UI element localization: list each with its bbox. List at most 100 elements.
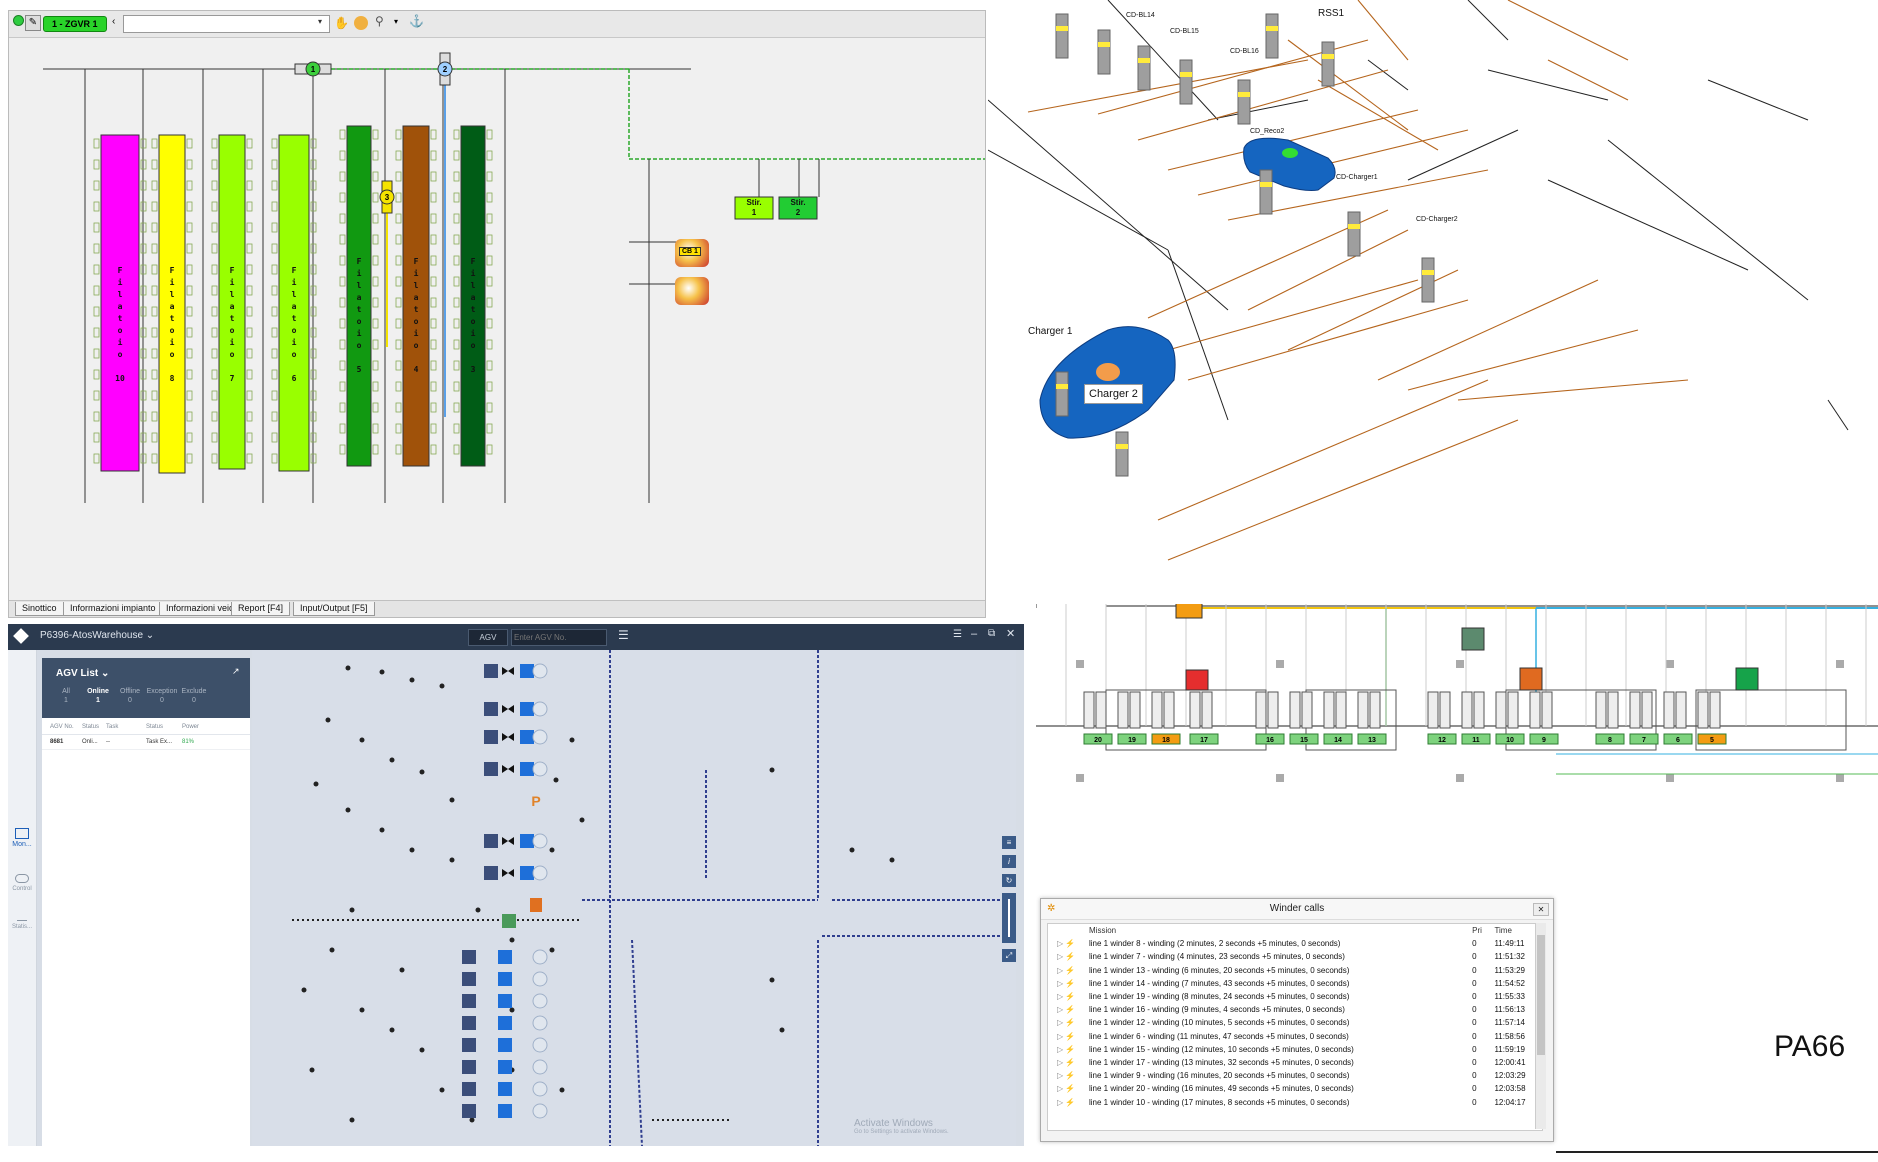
station-box[interactable] — [462, 1038, 476, 1052]
agv-vehicle[interactable] — [1175, 604, 1203, 619]
station-device[interactable] — [498, 1104, 512, 1118]
station-device[interactable] — [520, 730, 534, 744]
station-node[interactable] — [532, 993, 548, 1009]
nav-statistics[interactable]: Statis... — [8, 912, 36, 930]
expand-icon[interactable]: ▷ — [1057, 1058, 1063, 1067]
warehouse-map[interactable]: P — [252, 650, 1016, 1146]
agv-row[interactable]: 8681 Onli... -- Task Ex... 81% — [42, 735, 250, 750]
settings-menu-icon[interactable]: ☰ — [953, 629, 962, 640]
chevron-down-icon[interactable]: ▾ — [318, 17, 322, 26]
minimize-icon[interactable]: – — [971, 628, 977, 640]
station-box[interactable] — [462, 950, 476, 964]
station-device[interactable] — [520, 702, 534, 716]
station-node[interactable] — [532, 949, 548, 965]
filter-all[interactable]: All 1 — [50, 688, 82, 704]
winder-call-row[interactable]: ▷ ⚡ line 1 winder 17 - winding (13 minute… — [1054, 1056, 1542, 1069]
expand-icon[interactable]: ▷ — [1057, 979, 1063, 988]
station-device[interactable] — [498, 1038, 512, 1052]
filter-exclude[interactable]: Exclude 0 — [178, 688, 210, 704]
expand-icon[interactable]: ▷ — [1057, 1018, 1063, 1027]
station-box[interactable] — [484, 702, 498, 716]
station-device[interactable] — [498, 972, 512, 986]
winder-call-row[interactable]: ▷ ⚡ line 1 winder 12 - winding (10 minute… — [1054, 1016, 1542, 1029]
nav-control[interactable]: Control — [8, 874, 36, 892]
tab-1[interactable]: Informazioni impianto — [63, 602, 163, 616]
station-node[interactable] — [532, 865, 548, 881]
station-device[interactable] — [520, 762, 534, 776]
hand-icon[interactable]: ✋ — [334, 16, 349, 30]
zoom-icon[interactable]: ⚲ — [375, 14, 384, 28]
winder-call-row[interactable]: ▷ ⚡ line 1 winder 10 - winding (17 minute… — [1054, 1095, 1542, 1108]
station-node[interactable] — [532, 1037, 548, 1053]
station-box[interactable] — [462, 1082, 476, 1096]
column-header[interactable]: Pri — [1469, 924, 1491, 937]
winder-call-row[interactable]: ▷ ⚡ line 1 winder 9 - winding (16 minutes… — [1054, 1069, 1542, 1082]
expand-icon[interactable]: ▷ — [1057, 1032, 1063, 1041]
station-device[interactable] — [520, 866, 534, 880]
agv-vehicle[interactable] — [1185, 669, 1209, 691]
expand-icon[interactable]: ▷ — [1057, 1084, 1063, 1093]
expand-icon[interactable]: ▷ — [1057, 952, 1063, 961]
winder-call-row[interactable]: ▷ ⚡ line 1 winder 15 - winding (12 minute… — [1054, 1043, 1542, 1056]
station-node[interactable] — [532, 1015, 548, 1031]
route-select[interactable] — [123, 15, 330, 33]
winder-call-row[interactable]: ▷ ⚡ line 1 winder 13 - winding (6 minutes… — [1054, 964, 1542, 977]
route-badge[interactable]: 1 - ZGVR 1 — [43, 16, 107, 32]
station-node[interactable] — [532, 1059, 548, 1075]
agv-vehicle-active[interactable] — [530, 898, 542, 912]
station-device[interactable] — [498, 950, 512, 964]
station-box[interactable] — [462, 972, 476, 986]
station-node[interactable] — [532, 761, 548, 777]
close-icon[interactable]: ✕ — [1006, 627, 1015, 640]
maximize-icon[interactable]: ⧉ — [988, 628, 995, 639]
zoom-slider[interactable] — [1002, 893, 1016, 943]
station-node[interactable] — [532, 663, 548, 679]
filter-online[interactable]: Online 1 — [82, 688, 114, 704]
winder-call-row[interactable]: ▷ ⚡ line 1 winder 7 - winding (4 minutes,… — [1054, 950, 1542, 963]
expand-icon[interactable]: ▷ — [1057, 939, 1063, 948]
close-icon[interactable]: ✕ — [1533, 903, 1549, 916]
expand-icon[interactable]: ▷ — [1057, 1005, 1063, 1014]
agv-vehicle[interactable] — [502, 914, 516, 928]
menu-icon[interactable]: ☰ — [618, 628, 629, 642]
scrollbar[interactable] — [1535, 923, 1546, 1129]
station-device[interactable] — [498, 1016, 512, 1030]
expand-icon[interactable]: ▷ — [1057, 992, 1063, 1001]
column-header[interactable]: Mission — [1086, 924, 1469, 937]
winder-call-row[interactable]: ▷ ⚡ line 1 winder 20 - winding (16 minute… — [1054, 1082, 1542, 1095]
filter-exception[interactable]: Exception 0 — [146, 688, 178, 704]
battery-icon[interactable] — [675, 277, 709, 305]
fullscreen-icon[interactable]: ⤢ — [1002, 949, 1016, 962]
station-device[interactable] — [498, 1082, 512, 1096]
layers-icon[interactable]: ≡ — [1002, 836, 1016, 849]
tab-4[interactable]: Input/Output [F5] — [293, 602, 375, 616]
station-box[interactable] — [462, 1104, 476, 1118]
station-box[interactable] — [484, 866, 498, 880]
wrench-icon[interactable]: ✎ — [25, 15, 41, 31]
nav-monitor[interactable]: Mon... — [8, 828, 36, 848]
search-input[interactable] — [511, 629, 607, 646]
filter-offline[interactable]: Offline 0 — [114, 688, 146, 704]
info-icon[interactable]: i — [1002, 855, 1016, 868]
station-node[interactable] — [532, 701, 548, 717]
search-category[interactable]: AGV — [468, 629, 508, 646]
winder-call-row[interactable]: ▷ ⚡ line 1 winder 8 - winding (2 minutes,… — [1054, 937, 1542, 950]
expand-icon[interactable]: ▷ — [1057, 1071, 1063, 1080]
chevron-down-icon[interactable]: ▾ — [394, 17, 398, 26]
winder-call-row[interactable]: ▷ ⚡ line 1 winder 16 - winding (9 minutes… — [1054, 1003, 1542, 1016]
winder-calls-window[interactable]: ✲ Winder calls ✕ Mission Pri Time ▷ ⚡ line 1… — [1040, 898, 1554, 1142]
chevron-left-icon[interactable]: ‹ — [112, 16, 115, 27]
tab-3[interactable]: Report [F4] — [231, 602, 291, 616]
station-box[interactable] — [484, 730, 498, 744]
expand-icon[interactable]: ▷ — [1057, 966, 1063, 975]
expand-icon[interactable]: ▷ — [1057, 1045, 1063, 1054]
station-device[interactable] — [520, 664, 534, 678]
station-device[interactable] — [520, 834, 534, 848]
station-device[interactable] — [498, 994, 512, 1008]
station-node[interactable] — [532, 833, 548, 849]
winder-call-row[interactable]: ▷ ⚡ line 1 winder 14 - winding (7 minutes… — [1054, 977, 1542, 990]
agv-vehicle[interactable] — [1461, 627, 1485, 651]
station-box[interactable] — [484, 834, 498, 848]
refresh-icon[interactable]: ↻ — [1002, 874, 1016, 887]
station-node[interactable] — [532, 1103, 548, 1119]
